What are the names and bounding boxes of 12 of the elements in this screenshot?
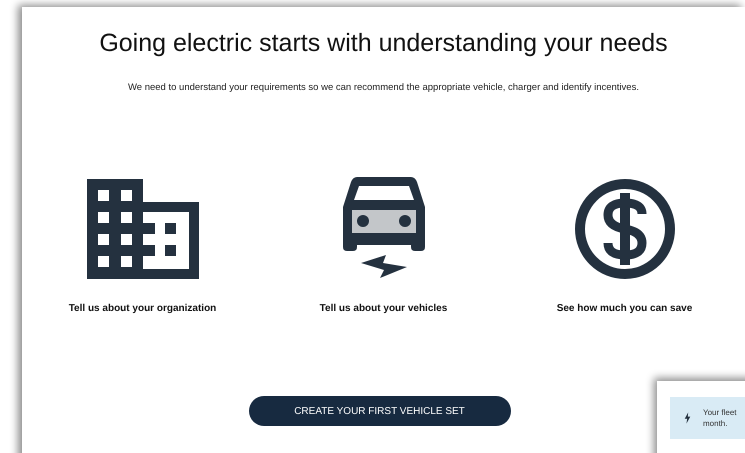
step-label: See how much you can save — [556, 303, 692, 314]
intro-text: We need to understand your requirements so we can recommend the appropriate vehicle, charger and identify incentives. — [126, 82, 640, 93]
notice-text: Your fleet — [703, 407, 737, 418]
dollar-coin-icon — [574, 179, 674, 279]
lightning-bolt-icon — [684, 412, 691, 424]
notice-text: month. — [703, 418, 728, 429]
step-label: Tell us about your organization — [68, 303, 216, 314]
page-heading: Going electric starts with understanding your needs — [98, 29, 669, 58]
car-with-lightning-icon — [342, 177, 424, 279]
building-icon — [86, 179, 198, 279]
step-label: Tell us about your vehicles — [320, 303, 448, 314]
create-vehicle-set-button[interactable]: CREATE YOUR FIRST VEHICLE SET — [248, 396, 510, 426]
